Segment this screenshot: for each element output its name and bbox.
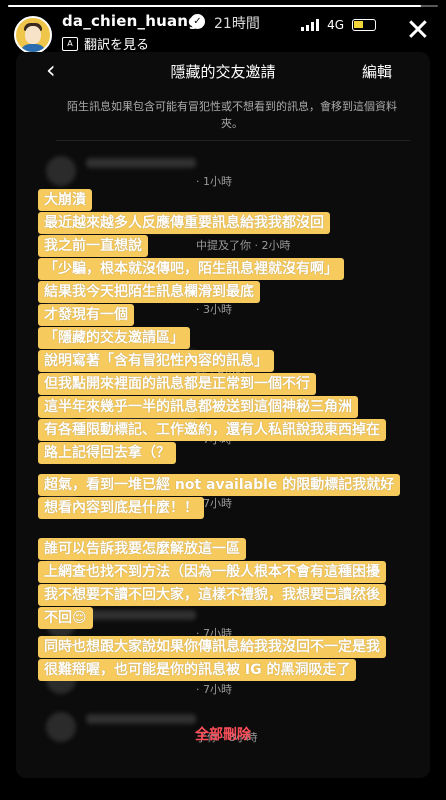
caption-line: 但我點開來裡面的訊息都是正常到一個不行 <box>38 373 316 395</box>
caption-block: 超氣，看到一堆已經 not available 的限動標記我就好 想看內容到底是什… <box>38 474 401 520</box>
request-subtitle: · 1小時 <box>196 175 232 188</box>
caption-line: 不回😌 <box>38 607 93 629</box>
caption-line: 很難搿喔，也可能是你的訊息被 IG 的黑洞吸走了 <box>38 659 357 681</box>
caption-line: 最近越來越多人反應傳重要訊息給我我都沒回 <box>38 212 330 234</box>
caption-line: 「隱藏的交友邀請區」 <box>38 327 190 349</box>
caption-line: 誰可以告訴我要怎麼解放這一區 <box>38 538 246 560</box>
caption-line: 超氣，看到一堆已經 not available 的限動標記我就好 <box>38 474 401 496</box>
caption-line: 結果我今天把陌生訊息欄滑到最底 <box>38 281 260 303</box>
translate-label: 翻訳を見る <box>84 38 150 53</box>
caption-line: 想看內容到底是什麼！！ <box>38 497 204 519</box>
caption-line: 大崩潰 <box>38 189 92 211</box>
caption-line: 有各種限動標記、工作邀約，還有人私訊說我東西掉在 <box>38 419 386 441</box>
translate-link[interactable]: A 翻訳を見る <box>62 34 149 53</box>
folder-notice: 陌生訊息如果包含可能有冒犯性或不想看到的訊息，會移到這個資料夾。 <box>67 100 397 130</box>
request-avatar <box>46 156 76 186</box>
translate-icon: A <box>62 36 78 51</box>
avatar[interactable] <box>14 16 52 54</box>
request-name-blurred <box>86 714 196 724</box>
verified-badge-icon: ✓ <box>190 14 205 29</box>
close-button[interactable]: ✕ <box>402 16 434 48</box>
signal-icon <box>301 19 320 31</box>
story-progress-bar <box>8 5 438 7</box>
caption-block: 大崩潰 最近越來越多人反應傳重要訊息給我我都沒回 我之前一直想說 「少騙，根本就沒傳吧… <box>38 189 344 396</box>
avatar-face <box>25 26 41 44</box>
caption-block: 這半年來幾乎一半的訊息都被送到這個神秘三角洲 有各種限動標記、工作邀約，還有人私訊… <box>38 396 386 465</box>
caption-block: 誰可以告訴我要怎麼解放這一區 上網查也找不到方法（因為一般人根本不會有這種困擾 我不… <box>38 538 386 630</box>
request-subtitle: · 7小時 <box>196 683 232 696</box>
network-type: 4G <box>327 18 344 32</box>
close-icon: ✕ <box>405 13 431 48</box>
screen-nav-bar: ‹ 隱藏的交友邀請 編輯 <box>16 52 430 90</box>
request-name-blurred <box>86 158 196 168</box>
caption-block: 同時也想跟大家說如果你傳訊息給我我沒回不一定是我 很難搿喔，也可能是你的訊息被 I… <box>38 636 386 682</box>
caption-line: 這半年來幾乎一半的訊息都被送到這個神秘三角洲 <box>38 396 358 418</box>
caption-line: 我不想要不讀不回大家，這樣不禮貌，我想要已讀然後 <box>38 584 386 606</box>
story-progress-fill <box>8 5 421 7</box>
request-row[interactable]: · 1小時 <box>46 156 406 188</box>
edit-button[interactable]: 編輯 <box>362 61 392 82</box>
caption-line: 上網查也找不到方法（因為一般人根本不會有這種困擾 <box>38 561 386 583</box>
divider <box>56 140 410 141</box>
status-cluster: 4G <box>301 18 376 32</box>
story-timestamp: 21時間 <box>214 16 260 32</box>
caption-line: 說明寫著「含有冒犯性內容的訊息」 <box>38 350 274 372</box>
caption-line: 「少騙，根本就沒傳吧，陌生訊息裡就沒有啊」 <box>38 258 344 280</box>
caption-line: 路上記得回去拿（？ <box>38 442 176 464</box>
battery-icon <box>352 19 376 31</box>
caption-line: 才發現有一個 <box>38 304 134 326</box>
caption-line: 我之前一直想說 <box>38 235 148 257</box>
story-username[interactable]: da_chien_huang <box>62 12 199 30</box>
caption-line: 同時也想跟大家說如果你傳訊息給我我沒回不一定是我 <box>38 636 386 658</box>
delete-all-button[interactable]: 全部刪除 <box>16 724 430 744</box>
